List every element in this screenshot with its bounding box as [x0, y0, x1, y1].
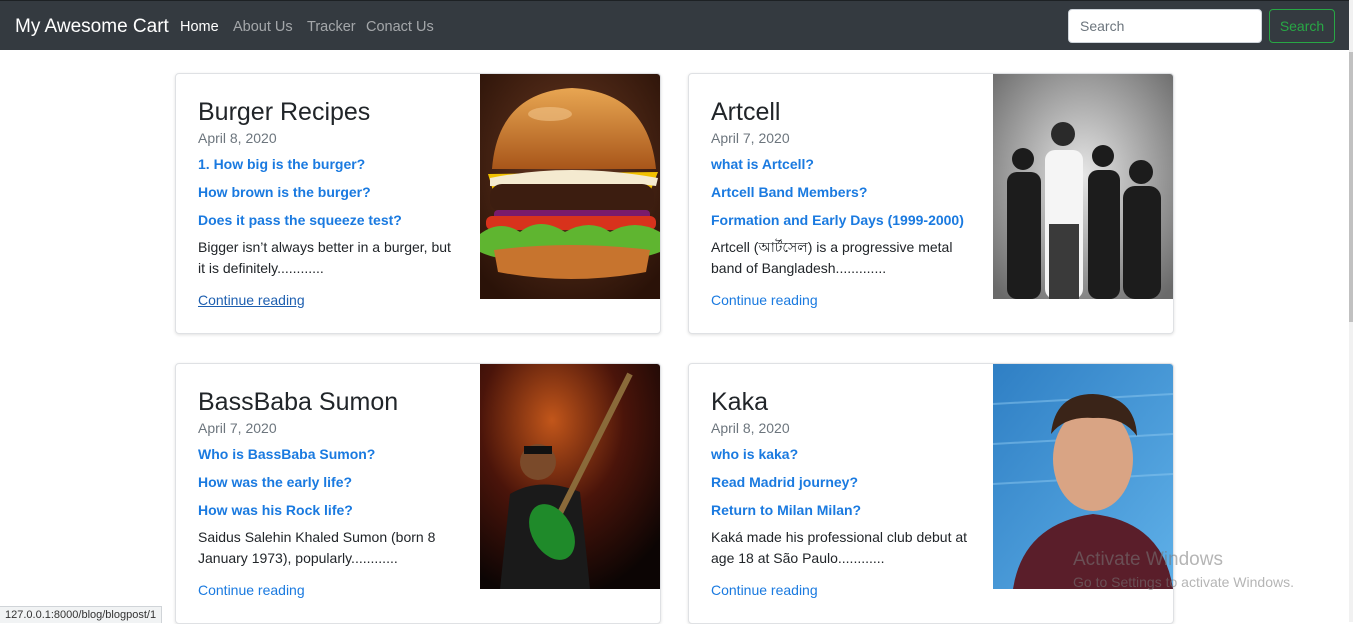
card-body: Artcell April 7, 2020 what is Artcell? A…: [711, 94, 973, 310]
post-question-link[interactable]: who is kaka?: [711, 443, 973, 466]
browser-status-bar: 127.0.0.1:8000/blog/blogpost/1: [0, 606, 163, 623]
post-date: April 7, 2020: [198, 420, 277, 436]
guitarist-photo: [480, 364, 660, 589]
post-title: BassBaba Sumon: [198, 388, 399, 416]
nav-link-contact-us[interactable]: Conact Us: [366, 19, 434, 35]
post-question-link[interactable]: How brown is the burger?: [198, 181, 460, 204]
post-question-link[interactable]: Who is BassBaba Sumon?: [198, 443, 460, 466]
blog-card: BassBaba Sumon April 7, 2020 Who is Bass…: [175, 363, 661, 624]
card-body: BassBaba Sumon April 7, 2020 Who is Bass…: [198, 384, 460, 600]
post-question-link[interactable]: Return to Milan Milan?: [711, 499, 973, 522]
activate-windows-title: Activate Windows: [1073, 549, 1223, 570]
search-input[interactable]: [1068, 9, 1262, 43]
scrollbar-thumb[interactable]: [1349, 52, 1353, 322]
post-title: Kaka: [711, 388, 768, 416]
post-question-link[interactable]: Read Madrid journey?: [711, 471, 973, 494]
page-scrollbar[interactable]: [1349, 0, 1353, 622]
post-excerpt: Kaká made his professional club debut at…: [711, 529, 968, 566]
nav-link-tracker[interactable]: Tracker: [307, 19, 356, 35]
navbar: My Awesome Cart Home About Us Tracker Co…: [0, 0, 1349, 50]
blog-card: Burger Recipes April 8, 2020 1. How big …: [175, 73, 661, 334]
post-question-link[interactable]: How was the early life?: [198, 471, 460, 494]
post-title: Burger Recipes: [198, 98, 371, 126]
post-excerpt: Artcell (আর্টসেল) is a progressive metal…: [711, 239, 953, 276]
post-question-link[interactable]: 1. How big is the burger?: [198, 153, 460, 176]
continue-reading-link[interactable]: Continue reading: [198, 582, 305, 598]
navbar-brand[interactable]: My Awesome Cart: [15, 16, 169, 38]
nav-link-about-us[interactable]: About Us: [233, 19, 293, 35]
post-date: April 7, 2020: [711, 130, 790, 146]
continue-reading-link[interactable]: Continue reading: [198, 292, 305, 308]
post-excerpt: Saidus Salehin Khaled Sumon (born 8 Janu…: [198, 529, 436, 566]
post-date: April 8, 2020: [711, 420, 790, 436]
post-question-link[interactable]: what is Artcell?: [711, 153, 973, 176]
post-question-link[interactable]: How was his Rock life?: [198, 499, 460, 522]
card-body: Kaka April 8, 2020 who is kaka? Read Mad…: [711, 384, 973, 600]
post-question-link[interactable]: Does it pass the squeeze test?: [198, 209, 460, 232]
activate-windows-subtitle: Go to Settings to activate Windows.: [1073, 574, 1294, 590]
post-date: April 8, 2020: [198, 130, 277, 146]
nav-link-home[interactable]: Home: [180, 19, 219, 35]
post-excerpt: Bigger isn’t always better in a burger, …: [198, 239, 451, 276]
post-title: Artcell: [711, 98, 781, 126]
continue-reading-link[interactable]: Continue reading: [711, 292, 818, 308]
card-body: Burger Recipes April 8, 2020 1. How big …: [198, 94, 460, 310]
post-question-link[interactable]: Artcell Band Members?: [711, 181, 973, 204]
burger-photo: [480, 74, 660, 299]
band-photo: [993, 74, 1173, 299]
search-button[interactable]: Search: [1269, 9, 1335, 43]
continue-reading-link[interactable]: Continue reading: [711, 582, 818, 598]
blog-card: Artcell April 7, 2020 what is Artcell? A…: [688, 73, 1174, 334]
post-question-link[interactable]: Formation and Early Days (1999-2000): [711, 209, 973, 232]
